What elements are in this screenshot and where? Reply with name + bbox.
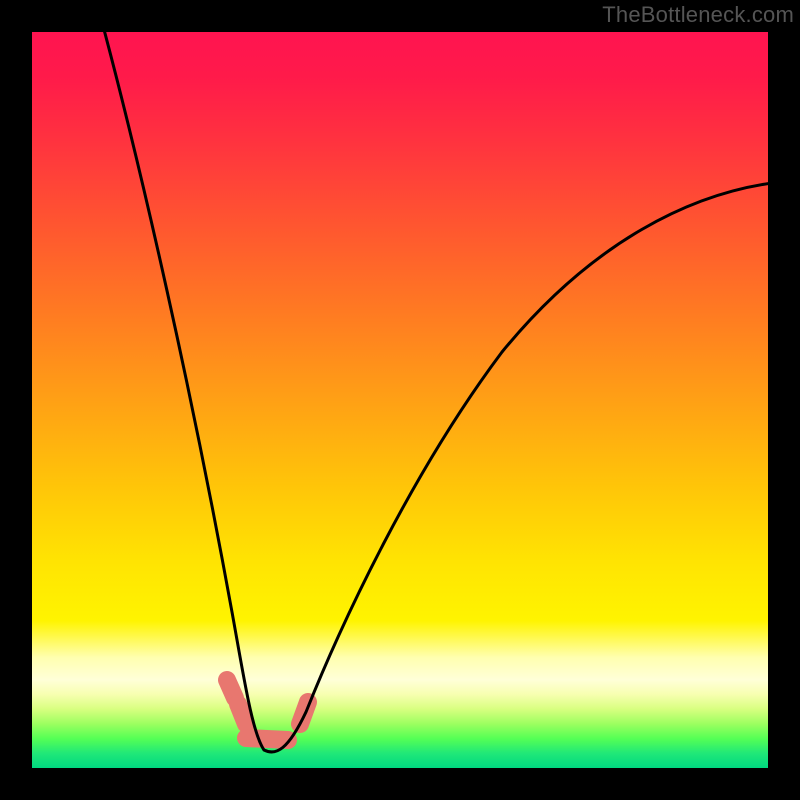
- plot-area: [32, 32, 768, 768]
- curve-layer: [32, 32, 768, 768]
- watermark-text: TheBottleneck.com: [602, 2, 794, 28]
- bottleneck-curve: [102, 32, 768, 752]
- chart-frame: TheBottleneck.com: [0, 0, 800, 800]
